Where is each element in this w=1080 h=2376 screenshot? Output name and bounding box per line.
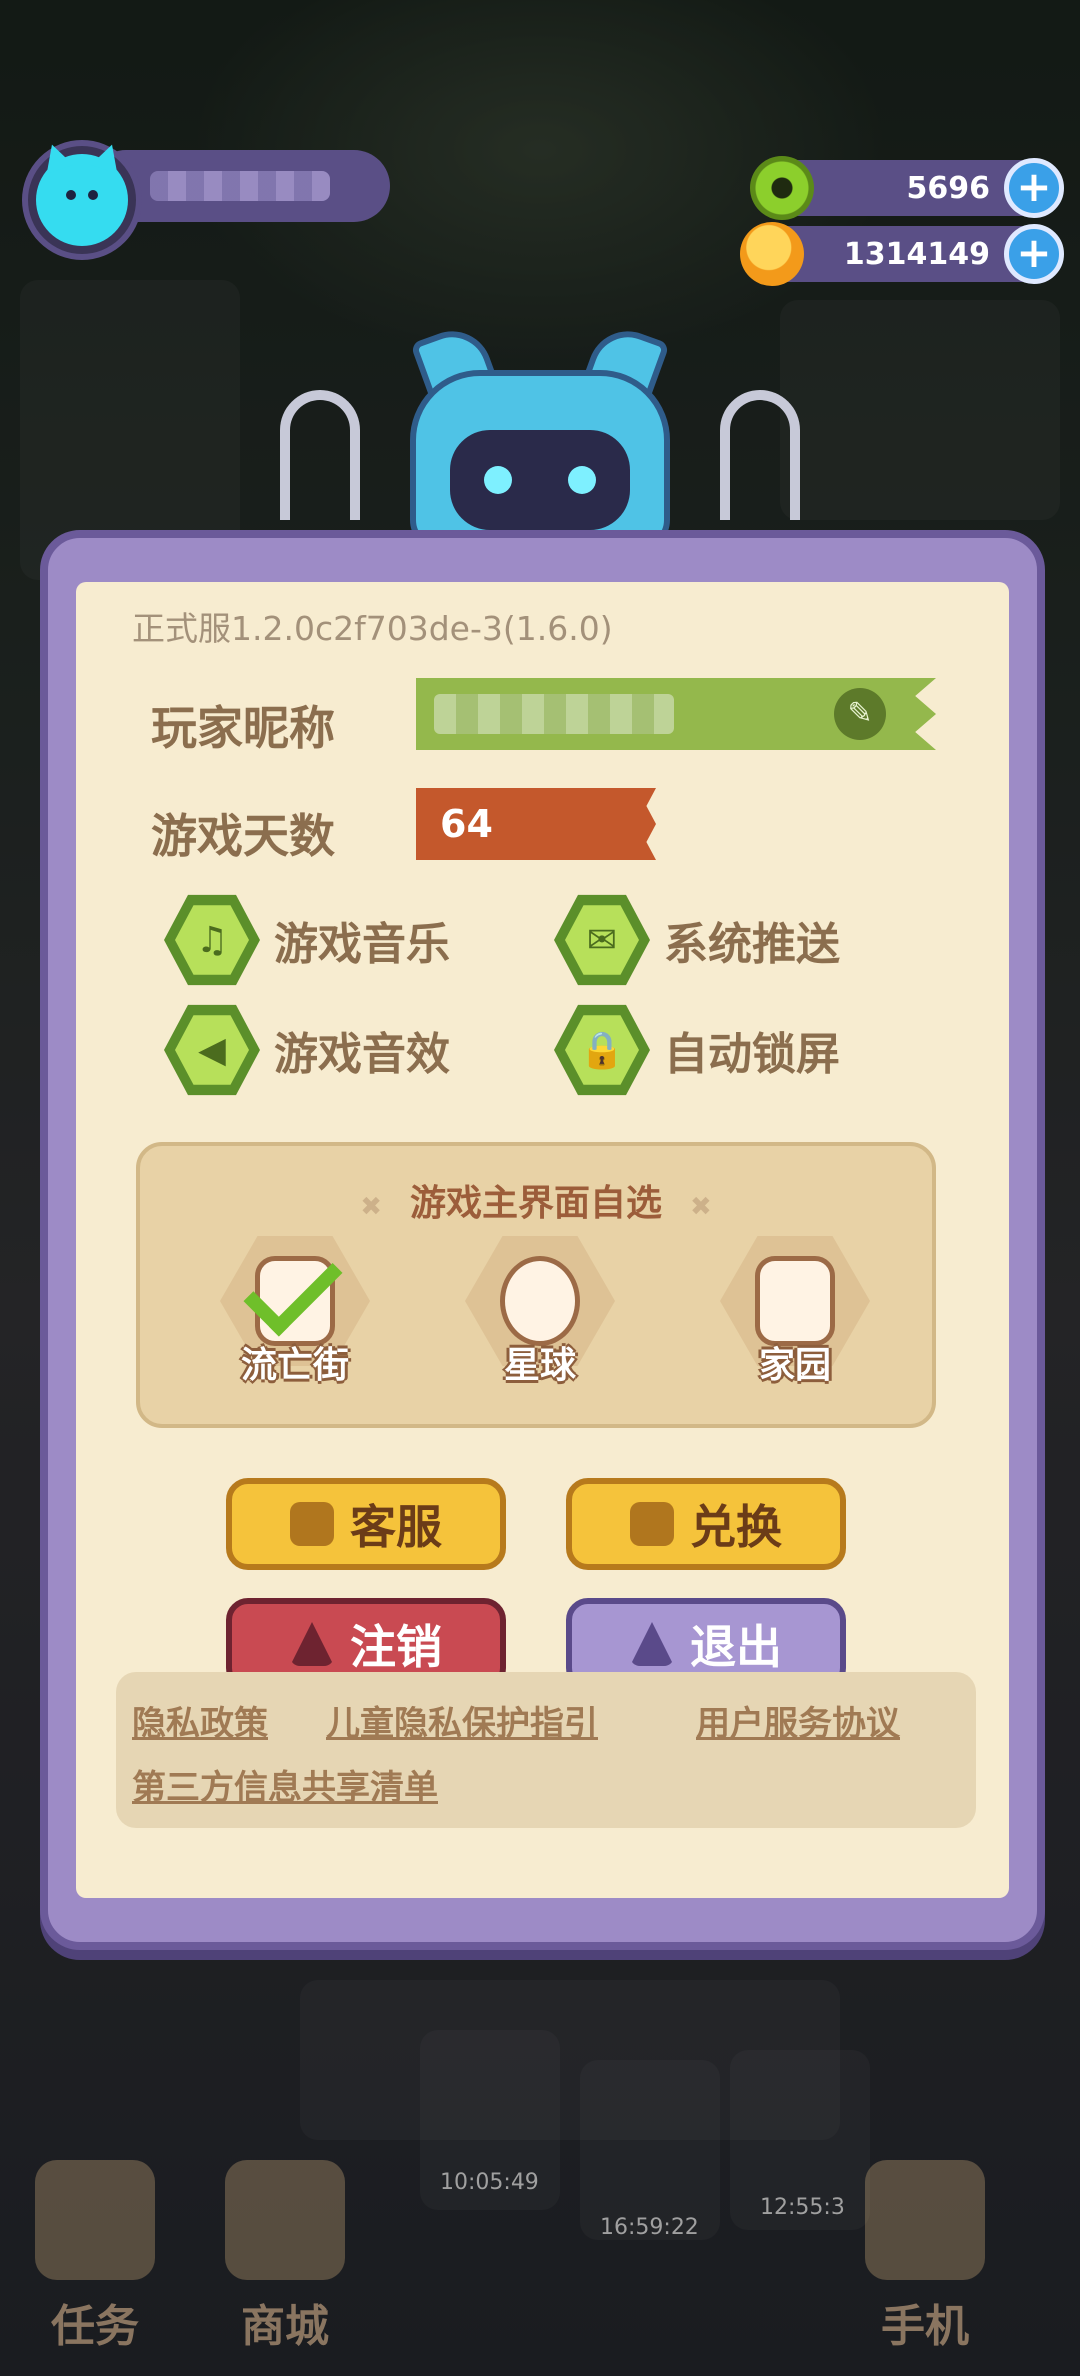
building-timer: 12:55:3: [760, 2195, 845, 2220]
version-text: 正式服1.2.0c2f703de-3(1.6.0): [132, 609, 613, 648]
days-label: 游戏天数: [151, 809, 335, 863]
add-donut-button[interactable]: +: [1004, 158, 1064, 218]
theme-option-planet[interactable]: 星球: [455, 1236, 625, 1406]
robot-mascot: [280, 320, 800, 550]
redeem-button[interactable]: 兑换: [566, 1478, 846, 1570]
theme-selector: ✖ 游戏主界面自选 ✖ 流亡街 星球 家园: [136, 1142, 936, 1428]
theme-option-label: 流亡街: [240, 1345, 349, 1386]
music-note-icon: ♫: [175, 905, 249, 975]
settings-paper: 正式服1.2.0c2f703de-3(1.6.0) 玩家昵称 ✎ 游戏天数 64…: [76, 582, 1009, 1898]
nickname-field[interactable]: ✎: [416, 678, 936, 750]
nav-phone[interactable]: 手机: [850, 2160, 1000, 2352]
add-coin-button[interactable]: +: [1004, 224, 1064, 284]
theme-option-street[interactable]: 流亡街: [210, 1236, 380, 1406]
music-toggle[interactable]: ♫ 游戏音乐: [164, 892, 450, 988]
music-toggle-label: 游戏音乐: [274, 919, 450, 970]
building-timer: 10:05:49: [440, 2170, 539, 2195]
warning-icon: [290, 1622, 334, 1666]
envelope-icon: ✉: [565, 905, 639, 975]
donut-currency-counter: 5696 +: [750, 156, 1064, 220]
sound-toggle[interactable]: ◀ 游戏音效: [164, 1002, 450, 1098]
donut-currency-value: 5696: [906, 170, 991, 206]
warning-icon: [630, 1622, 674, 1666]
cat-avatar-icon: [36, 154, 128, 246]
nickname-label: 玩家昵称: [151, 701, 335, 755]
gift-icon: [630, 1502, 674, 1546]
theme-title: ✖ 游戏主界面自选 ✖: [360, 1183, 712, 1224]
blurred-player-name: [150, 171, 330, 201]
third-party-sharing-link[interactable]: 第三方信息共享清单: [132, 1760, 438, 1809]
customer-service-label: 客服: [350, 1500, 442, 1554]
cancel-account-label: 注销: [350, 1620, 442, 1674]
legal-links: 隐私政策 儿童隐私保护指引 用户服务协议 第三方信息共享清单: [116, 1672, 976, 1828]
player-avatar[interactable]: [22, 140, 142, 260]
push-toggle[interactable]: ✉ 系统推送: [554, 892, 840, 988]
lock-icon: 🔒: [565, 1015, 639, 1085]
coin-currency-counter: 1314149 +: [740, 222, 1064, 286]
nav-shop[interactable]: 商城: [210, 2160, 360, 2352]
planet-icon: [500, 1256, 580, 1346]
redeem-label: 兑换: [690, 1500, 782, 1554]
coin-currency-value: 1314149: [843, 236, 990, 272]
autolock-toggle[interactable]: 🔒 自动锁屏: [554, 1002, 840, 1098]
user-agreement-link[interactable]: 用户服务协议: [696, 1696, 900, 1745]
nav-shop-label: 商城: [241, 2301, 329, 2352]
home-icon: [755, 1256, 835, 1346]
customer-service-button[interactable]: 客服: [226, 1478, 506, 1570]
nav-tasks-label: 任务: [51, 2301, 139, 2352]
child-privacy-link[interactable]: 儿童隐私保护指引: [326, 1696, 598, 1745]
sound-toggle-label: 游戏音效: [274, 1029, 450, 1080]
building-timer: 16:59:22: [600, 2215, 699, 2240]
theme-option-label: 家园: [758, 1345, 831, 1386]
autolock-toggle-label: 自动锁屏: [664, 1029, 840, 1080]
nav-tasks[interactable]: 任务: [20, 2160, 170, 2352]
push-toggle-label: 系统推送: [664, 919, 840, 970]
phone-icon: [865, 2160, 985, 2280]
days-value: 64: [416, 788, 656, 860]
shop-icon: [225, 2160, 345, 2280]
settings-panel: 正式服1.2.0c2f703de-3(1.6.0) 玩家昵称 ✎ 游戏天数 64…: [40, 530, 1045, 1950]
book-icon: [35, 2160, 155, 2280]
edit-pen-icon[interactable]: ✎: [834, 688, 886, 740]
theme-option-home[interactable]: 家园: [710, 1236, 880, 1406]
privacy-policy-link[interactable]: 隐私政策: [132, 1696, 268, 1745]
donut-currency-icon: [750, 156, 814, 220]
nav-phone-label: 手机: [881, 2301, 969, 2352]
speaker-icon: ◀: [175, 1015, 249, 1085]
logout-label: 退出: [690, 1620, 782, 1674]
theme-option-label: 星球: [503, 1345, 576, 1386]
person-icon: [290, 1502, 334, 1546]
blurred-nickname: [434, 694, 674, 734]
coin-currency-icon: [740, 222, 804, 286]
